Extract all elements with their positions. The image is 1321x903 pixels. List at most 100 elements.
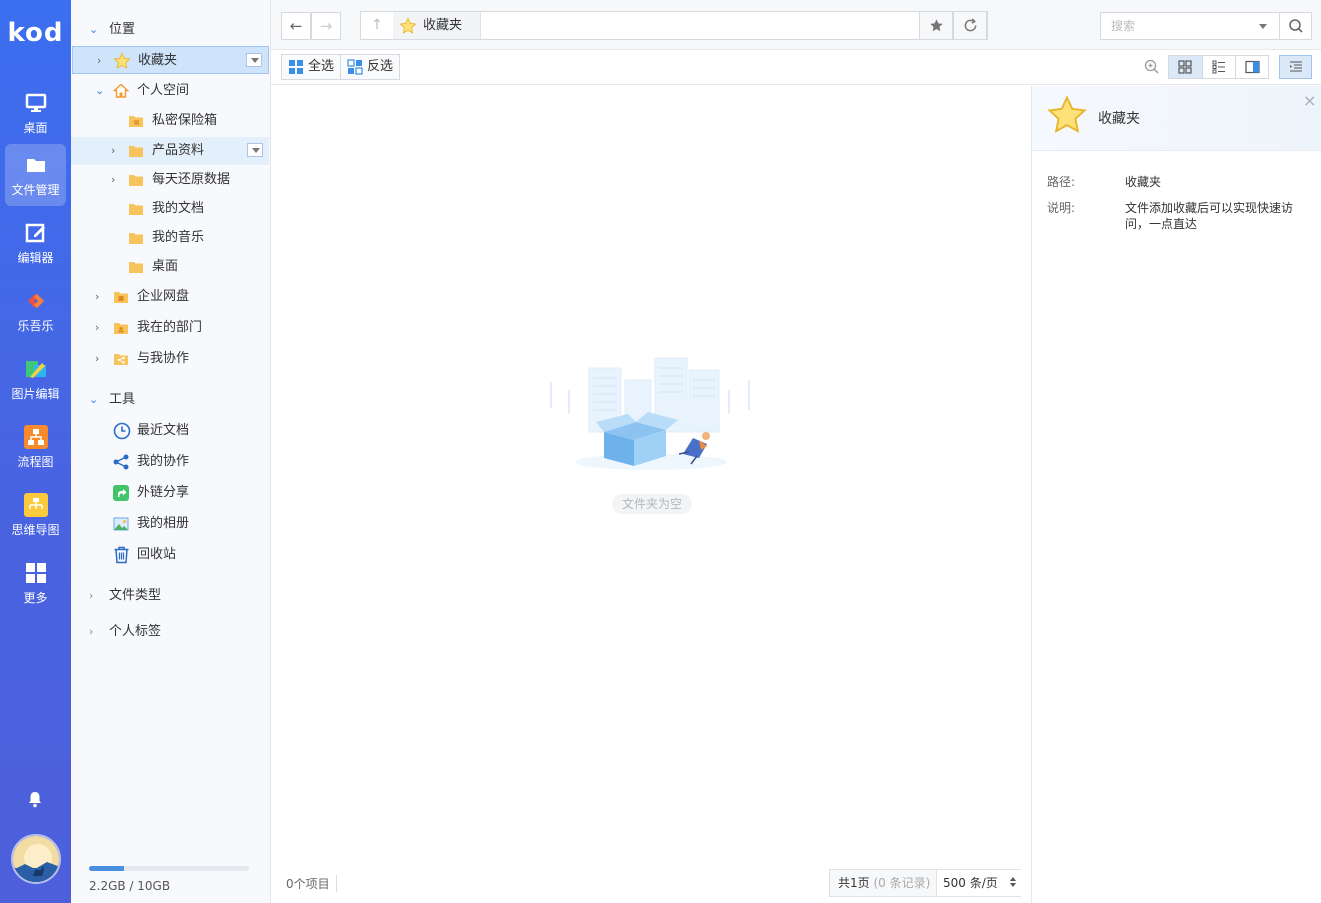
tree-item-extshare[interactable]: 外链分享 [71, 479, 269, 507]
up-arrow-icon[interactable]: ↑ [361, 12, 393, 39]
tree-item-label: 我的文档 [152, 201, 205, 216]
tree-item-label: 我的相册 [137, 516, 190, 531]
close-icon[interactable]: × [1303, 93, 1317, 109]
share-nodes-icon [113, 454, 129, 470]
rail-item-label: 流程图 [17, 455, 54, 469]
tree-item-department[interactable]: › 我在的部门 [71, 314, 269, 342]
tree-item-personal[interactable]: ⌄ 个人空间 [71, 77, 269, 105]
chevron-down-icon[interactable]: ⌄ [89, 386, 98, 414]
chevron-right-icon[interactable]: › [89, 582, 93, 610]
breadcrumb-label: 收藏夹 [423, 18, 463, 33]
star-icon [113, 52, 131, 69]
rail-item-desktop[interactable]: 桌面 [5, 82, 66, 144]
rail-item-editor[interactable]: 编辑器 [5, 212, 66, 274]
dropdown-icon[interactable] [247, 143, 263, 157]
folder-icon [129, 262, 143, 273]
flowchart-icon [23, 425, 48, 449]
section-label: 工具 [109, 392, 136, 407]
chevron-right-icon[interactable]: › [95, 283, 105, 311]
rail-item-label: 桌面 [23, 121, 48, 135]
search-box[interactable] [1100, 12, 1312, 40]
avatar[interactable] [11, 834, 61, 884]
tree-section-tags[interactable]: › 个人标签 [71, 618, 269, 646]
tree-item-album[interactable]: 我的相册 [71, 510, 269, 538]
zoom-icon[interactable] [1143, 58, 1161, 76]
search-button[interactable] [1279, 13, 1311, 39]
info-path-value: 收藏夹 [1125, 175, 1162, 189]
tree-item-recent[interactable]: 最近文档 [71, 417, 269, 445]
back-button[interactable]: ← [281, 12, 311, 40]
rail-item-more[interactable]: 更多 [5, 552, 66, 614]
invert-select-icon [347, 59, 363, 75]
folder-icon [129, 204, 143, 215]
address-bar: ← → ↑ 收藏夹 [271, 0, 1321, 50]
chevron-right-icon[interactable]: › [97, 47, 107, 75]
view-split-mode-button[interactable] [1235, 56, 1268, 78]
toolbar: 全选 反选 [271, 50, 1321, 85]
page-size-select[interactable]: 500 条/页 [936, 870, 1021, 896]
split-view-icon [1245, 60, 1260, 74]
chevron-right-icon[interactable]: › [95, 314, 105, 342]
info-title: 收藏夹 [1098, 111, 1140, 127]
view-icon-mode-button[interactable] [1169, 56, 1202, 78]
refresh-button[interactable] [953, 11, 987, 40]
search-input[interactable] [1101, 13, 1251, 39]
dropdown-icon[interactable] [246, 53, 262, 67]
tree-item-enterprise[interactable]: › 企业网盘 [71, 283, 269, 311]
bell-icon[interactable] [27, 790, 43, 808]
panel-icon [1290, 61, 1302, 72]
chevron-down-icon[interactable]: ⌄ [95, 77, 105, 105]
tree-item-label: 外链分享 [137, 485, 190, 500]
tree-item-favorites[interactable]: › 收藏夹 [72, 46, 269, 74]
tree-item-product[interactable]: › 产品资料 [71, 137, 269, 165]
rail-item-label: 更多 [23, 591, 48, 605]
tree-section-tools[interactable]: ⌄ 工具 [71, 386, 269, 414]
select-all-label: 全选 [308, 59, 335, 74]
empty-folder-message: 文件夹为空 [612, 494, 693, 514]
tree-item-safe[interactable]: 私密保险箱 [71, 107, 269, 135]
favorite-star-button[interactable] [919, 11, 953, 40]
chevron-down-icon[interactable]: ⌄ [89, 16, 98, 44]
chevron-right-icon[interactable]: › [89, 618, 93, 646]
file-list-area[interactable]: 文件夹为空 [271, 86, 1031, 864]
mindmap-icon [23, 493, 48, 517]
rail-item-mindmap[interactable]: 思维导图 [5, 484, 66, 546]
chevron-right-icon[interactable]: › [95, 345, 105, 373]
forward-button[interactable]: → [311, 12, 341, 40]
page-count: 共1页 [838, 876, 870, 890]
rail-item-flowchart[interactable]: 流程图 [5, 416, 66, 478]
folder-icon [129, 175, 143, 186]
invert-selection-button[interactable]: 反选 [340, 55, 399, 79]
home-icon [113, 83, 129, 98]
view-list-mode-button[interactable] [1202, 56, 1235, 78]
tree-item-recycle[interactable]: 回收站 [71, 541, 269, 569]
tree-item-shared[interactable]: › 与我协作 [71, 345, 269, 373]
view-mode-group [1168, 55, 1269, 79]
folder-tree: ⌄ 位置 › 收藏夹 ⌄ 个人空间 私密保险箱 › 产品资料 › 每天还原数据 … [71, 0, 338, 903]
tree-section-filetype[interactable]: › 文件类型 [71, 582, 269, 610]
grid-icon [25, 563, 46, 583]
tree-item-label: 收藏夹 [138, 53, 178, 68]
tree-item-docs[interactable]: 我的文档 [71, 195, 269, 223]
chevron-down-icon[interactable] [1259, 24, 1267, 29]
star-icon [1047, 95, 1087, 133]
tree-item-desktop[interactable]: 桌面 [71, 253, 269, 281]
rail-item-image-edit[interactable]: 图片编辑 [5, 348, 66, 410]
rail-item-le5le[interactable]: 乐吾乐 [5, 280, 66, 342]
edit-icon [25, 223, 45, 243]
breadcrumb[interactable]: 收藏夹 [393, 12, 482, 39]
tree-item-label: 我在的部门 [137, 320, 203, 335]
tree-item-music[interactable]: 我的音乐 [71, 224, 269, 252]
app-logo[interactable]: kod [0, 18, 71, 48]
chevron-right-icon[interactable]: › [111, 166, 121, 194]
path-box[interactable]: ↑ 收藏夹 [360, 11, 988, 40]
tree-section-location[interactable]: ⌄ 位置 [71, 16, 269, 44]
share-folder-icon [114, 354, 128, 365]
tree-item-restore[interactable]: › 每天还原数据 [71, 166, 269, 194]
chevron-right-icon[interactable]: › [111, 137, 121, 165]
pagination: 共1页 (0 条记录) 500 条/页 [829, 869, 1021, 897]
tree-item-mycollab[interactable]: 我的协作 [71, 448, 269, 476]
toggle-info-panel-button[interactable] [1279, 55, 1312, 79]
select-all-button[interactable]: 全选 [282, 55, 340, 79]
rail-item-file-manager[interactable]: 文件管理 [5, 144, 66, 206]
